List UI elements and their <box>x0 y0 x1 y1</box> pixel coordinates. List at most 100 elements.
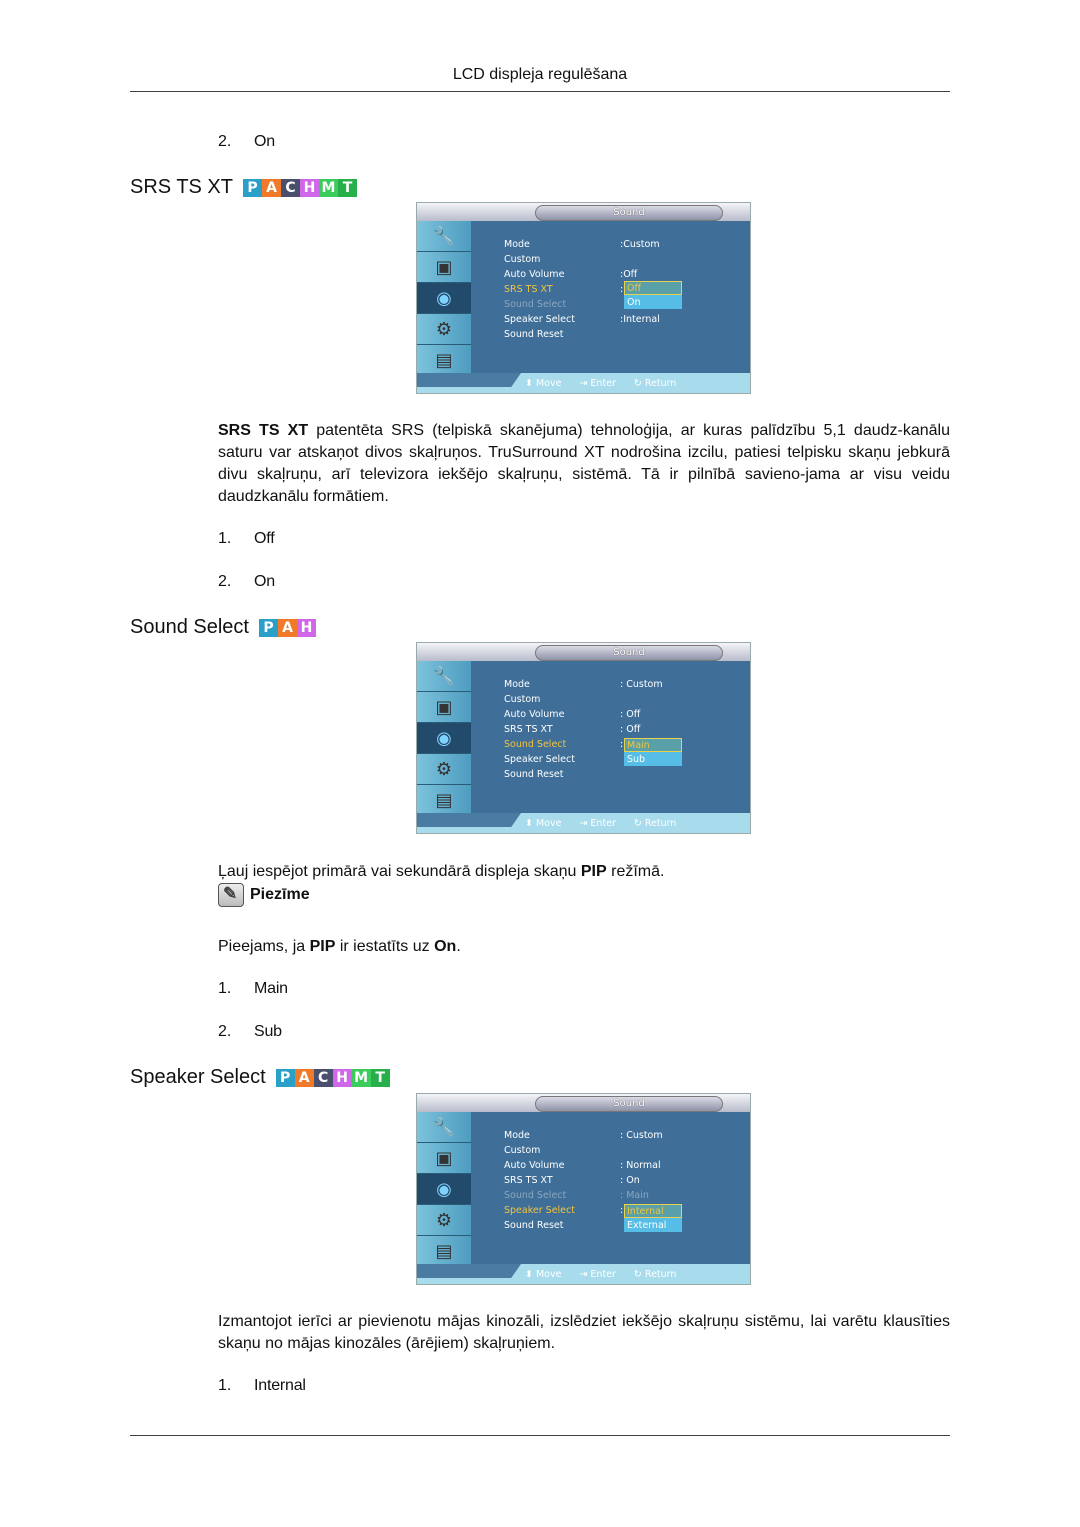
page-header-title: LCD displeja regulēšana <box>452 66 628 83</box>
dropdown-option[interactable]: Main <box>624 738 682 752</box>
sound-icon[interactable]: ◉ <box>417 1174 471 1205</box>
mode-badge-h: H <box>296 618 316 637</box>
osd-dropdown[interactable]: Internal External <box>624 1204 682 1232</box>
osd-sound-menu-speaker-select: Sound 🔧 ▣ ◉ ⚙ ▤ Mode Custom Auto Volume SRS… <box>416 1093 751 1285</box>
input-icon[interactable]: ▤ <box>417 345 471 376</box>
heading-text: SRS TS XT <box>130 176 233 198</box>
osd-menu-item[interactable]: Custom <box>504 692 575 707</box>
return-hint: ↻ Return <box>633 817 677 829</box>
setup-icon[interactable]: ⚙ <box>417 754 471 785</box>
osd-menu-item[interactable]: Speaker Select <box>504 1203 575 1218</box>
osd-menu-item[interactable]: Sound Select <box>504 737 575 752</box>
return-hint: ↻ Return <box>633 377 677 389</box>
list-item: 1. Main <box>218 980 288 997</box>
enter-hint: ⇥ Enter <box>579 377 616 389</box>
enter-hint: ⇥ Enter <box>579 817 616 829</box>
picture-icon[interactable]: 🔧 <box>417 221 471 252</box>
move-hint: ⬍ Move <box>525 817 562 829</box>
section-heading-speaker-select: Speaker Select PACHMT <box>130 1066 390 1089</box>
osd-menu-value <box>620 767 663 782</box>
osd-menu-value <box>620 252 660 267</box>
osd-menu-item[interactable]: Sound Reset <box>504 767 575 782</box>
osd-menu-value: : Off <box>620 724 641 735</box>
dropdown-option[interactable]: Sub <box>624 752 682 766</box>
osd-menu-item[interactable]: Sound Select <box>504 297 575 312</box>
osd-menu-value: :Custom <box>620 239 660 250</box>
osd-menu-item[interactable]: Sound Reset <box>504 327 575 342</box>
updown-arrow-icon: ⬍ <box>525 377 533 389</box>
osd-menu-value <box>620 327 660 342</box>
sound-icon[interactable]: ◉ <box>417 723 471 754</box>
setup-icon[interactable]: ⚙ <box>417 314 471 345</box>
mode-badge-p: P <box>258 618 278 637</box>
osd-menu-item[interactable]: Sound Reset <box>504 1218 575 1233</box>
list-label: On <box>254 133 275 150</box>
dropdown-option[interactable]: External <box>624 1218 682 1232</box>
picture-icon[interactable]: 🔧 <box>417 1112 471 1143</box>
enter-icon: ⇥ <box>579 817 588 829</box>
list-item: 2. On <box>218 133 275 151</box>
osd-menu-item[interactable]: Custom <box>504 1143 575 1158</box>
screen-icon[interactable]: ▣ <box>417 692 471 723</box>
enter-icon: ⇥ <box>579 1268 588 1280</box>
osd-menu-labels: Mode Custom Auto Volume SRS TS XT Sound Sele… <box>504 237 575 342</box>
enter-icon: ⇥ <box>579 377 588 389</box>
screen-icon[interactable]: ▣ <box>417 252 471 283</box>
osd-dropdown[interactable]: Main Sub <box>624 738 682 766</box>
mode-badge-c: C <box>281 178 300 197</box>
mode-badge-a: A <box>294 1068 314 1087</box>
osd-menu-labels: Mode Custom Auto Volume SRS TS XT Sound Sele… <box>504 677 575 782</box>
note-heading: Piezīme <box>218 883 310 907</box>
osd-menu-item[interactable]: Auto Volume <box>504 1158 575 1173</box>
mode-badge-t: T <box>338 178 357 197</box>
osd-sidebar: 🔧 ▣ ◉ ⚙ ▤ <box>417 661 471 816</box>
screen-icon[interactable]: ▣ <box>417 1143 471 1174</box>
osd-menu-item[interactable]: SRS TS XT <box>504 722 575 737</box>
osd-menu-value: : On <box>620 1175 640 1186</box>
osd-menu-item[interactable]: Speaker Select <box>504 752 575 767</box>
osd-menu-item[interactable]: Auto Volume <box>504 707 575 722</box>
mode-badges: PACHMT <box>275 1068 390 1087</box>
mode-badge-c: C <box>313 1068 333 1087</box>
mode-badge-t: T <box>370 1068 390 1087</box>
osd-footer: ⬍ Move ⇥ Enter ↻ Return <box>417 1264 750 1284</box>
dropdown-option[interactable]: Internal <box>624 1204 682 1218</box>
osd-menu-value: : Custom <box>620 679 663 690</box>
picture-icon[interactable]: 🔧 <box>417 661 471 692</box>
osd-menu-item[interactable]: SRS TS XT <box>504 282 575 297</box>
updown-arrow-icon: ⬍ <box>525 1268 533 1280</box>
osd-menu-item[interactable]: Sound Select <box>504 1188 575 1203</box>
osd-menu-item[interactable]: Auto Volume <box>504 267 575 282</box>
osd-menu-item[interactable]: SRS TS XT <box>504 1173 575 1188</box>
input-icon[interactable]: ▤ <box>417 1236 471 1267</box>
section-heading-sound-select: Sound Select PAH <box>130 616 316 639</box>
dropdown-option[interactable]: On <box>624 295 682 309</box>
setup-icon[interactable]: ⚙ <box>417 1205 471 1236</box>
osd-footer: ⬍ Move ⇥ Enter ↻ Return <box>417 373 750 393</box>
mode-badge-a: A <box>262 178 281 197</box>
mode-badge-p: P <box>275 1068 295 1087</box>
osd-sidebar: 🔧 ▣ ◉ ⚙ ▤ <box>417 221 471 376</box>
osd-menu-item[interactable]: Custom <box>504 252 575 267</box>
osd-menu-value: :Off <box>620 269 638 280</box>
mode-badge-a: A <box>277 618 297 637</box>
header-rule <box>130 91 950 92</box>
osd-menu-item[interactable]: Mode <box>504 1128 575 1143</box>
sound-icon[interactable]: ◉ <box>417 283 471 314</box>
enter-hint: ⇥ Enter <box>579 1268 616 1280</box>
list-item: 1. Off <box>218 530 275 547</box>
osd-menu-item[interactable]: Speaker Select <box>504 312 575 327</box>
osd-dropdown[interactable]: Off On <box>624 281 682 309</box>
mode-badge-m: M <box>351 1068 371 1087</box>
heading-text: Speaker Select <box>130 1066 266 1088</box>
osd-menu-item[interactable]: Mode <box>504 237 575 252</box>
note-icon <box>218 883 244 907</box>
osd-menu-item[interactable]: Mode <box>504 677 575 692</box>
osd-menu-value: : Off <box>620 709 641 720</box>
osd-sound-menu-sound-select: Sound 🔧 ▣ ◉ ⚙ ▤ Mode Custom Auto Volume SRS… <box>416 642 751 834</box>
osd-sidebar: 🔧 ▣ ◉ ⚙ ▤ <box>417 1112 471 1267</box>
mode-badges: PACHMT <box>243 178 357 197</box>
input-icon[interactable]: ▤ <box>417 785 471 816</box>
dropdown-option[interactable]: Off <box>624 281 682 295</box>
osd-menu-value <box>620 1143 663 1158</box>
